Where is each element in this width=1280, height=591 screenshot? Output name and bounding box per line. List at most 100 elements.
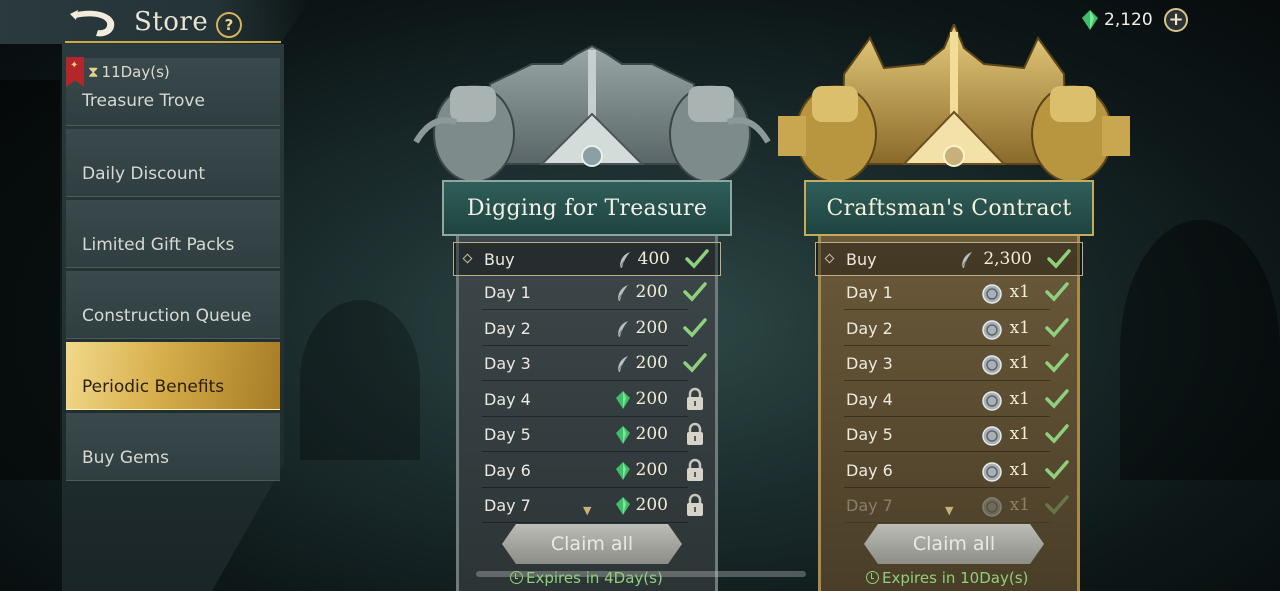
silver-coin-icon [982,284,1002,308]
day-reward-row[interactable]: Day 3 200 [456,347,718,381]
sidebar-item-label: Limited Gift Packs [82,235,235,255]
checkmark-icon [1046,246,1072,272]
back-button[interactable] [66,6,120,42]
reward-amount: 200 [635,459,668,480]
row-label: Day 2 [846,318,893,338]
silver-feather-icon [618,251,632,273]
checkmark-icon [684,246,710,272]
day-reward-row[interactable]: Day 2 x1 [818,312,1080,346]
silver-feather-icon [960,251,974,273]
silver-feather-icon [616,284,630,306]
row-label: Day 6 [846,460,893,480]
claim-all-button[interactable]: Claim all [502,524,682,564]
sidebar-item-label: Treasure Trove [82,91,205,111]
reward-amount: 200 [635,495,668,515]
silver-coin-icon [982,497,1002,521]
sidebar-item-periodic-benefits[interactable]: Periodic Benefits [66,342,280,410]
background-arch [300,300,420,460]
checkmark-icon [682,315,708,341]
diamond-marker-icon [824,253,835,264]
reward-amount: 200 [635,424,668,444]
silver-coin-icon [982,426,1002,450]
day-reward-row[interactable]: Day 6 x1 [818,454,1080,488]
day-reward-row[interactable]: Day 3 x1 [818,347,1080,381]
reward-amount: x1 [1009,353,1030,373]
row-label: Day 7 [846,496,893,515]
background-pillar [0,80,60,480]
row-label: Day 4 [484,389,531,409]
checkmark-icon [1044,315,1070,341]
reward-amount: 200 [635,353,668,373]
silver-coin-icon [982,355,1002,379]
clock-icon [510,571,523,584]
sidebar-item-construction-queue[interactable]: Construction Queue [66,271,280,339]
reward-amount: x1 [1009,459,1030,480]
checkmark-icon [682,350,708,376]
sidebar-item-limited-gift-packs[interactable]: Limited Gift Packs [66,200,280,268]
sidebar-item-label: Buy Gems [82,448,169,468]
day-reward-row[interactable]: Day 1 200 [456,276,718,310]
dwarf-crest-icon [778,24,1130,183]
checkmark-icon [1044,386,1070,412]
lock-icon [682,421,708,447]
row-label: Day 1 [484,283,531,302]
silver-coin-icon [982,390,1002,415]
row-label: Day 7 [484,496,531,515]
background-arch [1120,220,1280,480]
clock-icon [866,571,879,584]
sidebar-item-label: Construction Queue [82,306,252,326]
timer-text: 11Day(s) [101,63,170,81]
green-gem-icon [616,390,630,413]
reward-amount: x1 [1009,317,1030,338]
sidebar-item-label: Daily Discount [82,164,206,184]
row-label: Day 5 [846,425,893,444]
buy-row[interactable]: Buy 2,300 [815,242,1083,276]
day-reward-row[interactable]: Day 5 200 [456,418,718,452]
row-label: Day 1 [846,283,893,302]
reward-amount: x1 [1009,282,1030,302]
row-label: Day 2 [484,318,531,338]
expires-text: Expires in 10Day(s) [882,569,1029,587]
checkmark-icon [1044,492,1070,518]
reward-amount: 200 [635,317,668,338]
hourglass-icon: ⧗ [88,63,99,81]
day-reward-row[interactable]: Day 1 x1 [818,276,1080,310]
sidebar-item-buy-gems[interactable]: Buy Gems [66,413,280,481]
day-reward-row[interactable]: Day 4 x1 [818,383,1080,417]
buy-row[interactable]: Buy 400 [453,242,721,276]
add-gems-button[interactable]: + [1164,8,1188,32]
diamond-marker-icon [462,253,473,264]
reward-amount: 400 [637,249,670,269]
green-gem-icon [616,426,630,448]
reward-amount: x1 [1009,424,1030,444]
event-timer: ⧗ 11Day(s) [88,63,170,81]
reward-amount: 200 [635,282,668,302]
help-button[interactable]: ? [216,12,242,38]
checkmark-icon [1044,421,1070,447]
silver-feather-icon [616,355,630,377]
sidebar-item-daily-discount[interactable]: Daily Discount [66,129,280,197]
lock-icon [682,492,708,518]
day-reward-row[interactable]: Day 5 x1 [818,418,1080,452]
row-label: Day 4 [846,389,893,409]
day-reward-row[interactable]: Day 4 200 [456,383,718,417]
checkmark-icon [1044,350,1070,376]
checkmark-icon [1044,457,1070,483]
row-label: Buy [484,250,515,269]
package-title: Craftsman's Contract [804,180,1094,236]
silver-coin-icon [982,461,1002,486]
checkmark-icon [1044,279,1070,305]
reward-amount: 2,300 [983,249,1032,269]
checkmark-icon [682,279,708,305]
reward-amount: x1 [1009,495,1030,515]
day-reward-row[interactable]: Day 6 200 [456,454,718,488]
expires-text: Expires in 4Day(s) [526,569,663,587]
back-arrow-icon [70,10,115,37]
dwarf-crest-icon [413,44,771,183]
package-title: Digging for Treasure [442,180,732,236]
day-reward-row[interactable]: Day 2 200 [456,312,718,346]
page-title: Store [134,7,209,37]
scroll-down-icon: ▼ [945,504,954,517]
silver-coin-icon [982,319,1002,344]
claim-all-button[interactable]: Claim all [864,524,1044,564]
